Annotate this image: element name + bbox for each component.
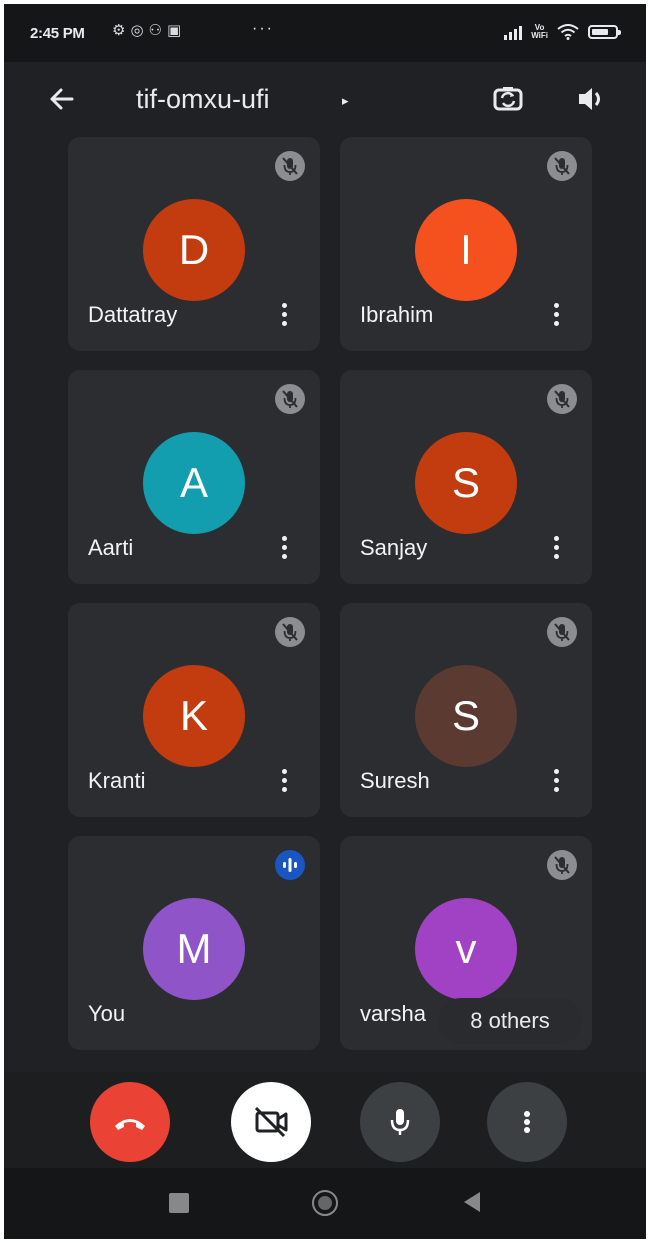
participant-name: Dattatray (88, 302, 178, 327)
notification-icons: ⚙◎⚇▣ (112, 21, 186, 39)
participant-tile[interactable]: K Kranti (68, 603, 320, 817)
more-vert-icon[interactable] (278, 769, 290, 797)
status-bar: 2:45 PM ⚙◎⚇▣ ··· Vo WiFi (4, 4, 646, 62)
participant-tile[interactable]: I Ibrahim (340, 137, 592, 351)
mic-off-icon (547, 384, 577, 414)
mic-toggle-button[interactable] (360, 1082, 440, 1162)
system-indicators: Vo WiFi (504, 23, 621, 40)
participant-name: Kranti (88, 768, 146, 793)
avatar: S (415, 665, 517, 767)
meeting-code[interactable]: tif-omxu-ufi (136, 84, 270, 115)
participant-tile-self[interactable]: M You (68, 836, 320, 1050)
mic-off-icon (547, 151, 577, 181)
participant-name: Sanjay (360, 535, 428, 560)
system-nav-bar (4, 1168, 646, 1239)
mic-off-icon (275, 384, 305, 414)
avatar: I (415, 199, 517, 301)
mic-off-icon (275, 151, 305, 181)
more-vert-icon[interactable] (278, 536, 290, 564)
participant-tile[interactable]: S Suresh (340, 603, 592, 817)
recents-icon[interactable] (169, 1193, 189, 1213)
others-chip[interactable]: 8 others (438, 998, 582, 1044)
avatar: K (143, 665, 245, 767)
mic-off-icon (547, 850, 577, 880)
hangup-icon (115, 1119, 145, 1130)
more-vert-icon[interactable] (550, 769, 562, 797)
participant-tile[interactable]: S Sanjay (340, 370, 592, 584)
volte-wifi-label: Vo WiFi (531, 23, 548, 40)
back-arrow-icon[interactable] (42, 80, 80, 118)
participant-name: Aarti (88, 535, 134, 560)
signal-icon (504, 24, 523, 40)
wifi-icon (557, 24, 579, 40)
call-controls-bar (4, 1072, 646, 1168)
end-call-button[interactable] (90, 1082, 170, 1162)
mic-off-icon (275, 617, 305, 647)
more-options-button[interactable] (487, 1082, 567, 1162)
participant-tile[interactable]: D Dattatray (68, 137, 320, 351)
more-vert-icon[interactable] (278, 303, 290, 331)
nav-back-icon[interactable] (464, 1192, 480, 1212)
more-notifications-indicator: ··· (252, 20, 274, 37)
avatar: v (415, 898, 517, 1000)
battery-icon (588, 25, 621, 39)
message-icon: ▣ (167, 22, 187, 39)
meeting-info-caret-icon[interactable]: ▸ (342, 93, 349, 109)
status-time: 2:45 PM (30, 25, 85, 42)
mic-off-icon (547, 617, 577, 647)
participant-tile[interactable]: A Aarti (68, 370, 320, 584)
videocam-off-icon (254, 1106, 288, 1138)
avatar: M (143, 898, 245, 1000)
switch-camera-icon[interactable] (488, 79, 528, 119)
participant-name: varsha (360, 1001, 427, 1026)
more-vert-icon[interactable] (550, 303, 562, 331)
more-vert-icon (524, 1111, 530, 1133)
home-icon[interactable] (312, 1190, 338, 1216)
contacts-icon: ⚇ (148, 22, 167, 39)
participant-name: You (88, 1001, 126, 1026)
speaker-icon[interactable] (570, 79, 610, 119)
phone-screen: 2:45 PM ⚙◎⚇▣ ··· VoWiFi tif-omxu-ufi ▸ (4, 4, 646, 1239)
avatar: D (143, 199, 245, 301)
participant-name: Ibrahim (360, 302, 434, 327)
mute-icon: ⚙ (112, 22, 131, 39)
avatar: A (143, 432, 245, 534)
top-app-bar: tif-omxu-ufi ▸ (4, 62, 646, 138)
camera-toggle-button[interactable] (231, 1082, 311, 1162)
speaking-indicator-icon (275, 850, 305, 880)
more-vert-icon[interactable] (550, 536, 562, 564)
participant-name: Suresh (360, 768, 430, 793)
mic-icon (390, 1109, 410, 1135)
whatsapp-icon: ◎ (130, 22, 149, 39)
avatar: S (415, 432, 517, 534)
